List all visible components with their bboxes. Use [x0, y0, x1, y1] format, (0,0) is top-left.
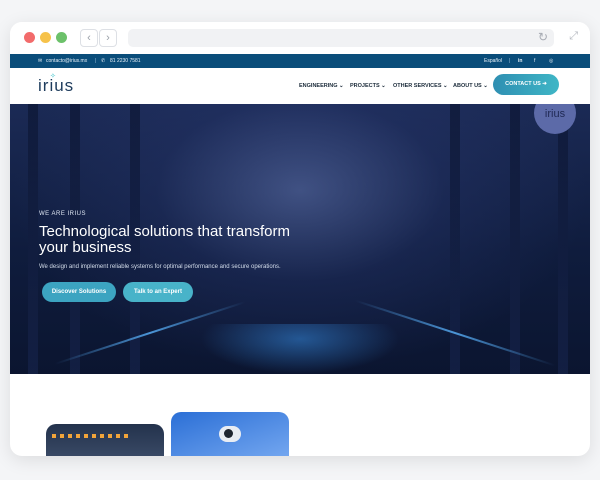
server-rack	[510, 104, 520, 374]
phone-icon: ✆	[101, 58, 106, 64]
security-camera-image	[219, 426, 241, 442]
address-bar[interactable]: ↻	[128, 29, 554, 47]
hero-title: Technological solutions that transform y…	[39, 223, 290, 256]
maximize-window-dot[interactable]	[56, 32, 67, 43]
phone-link[interactable]: 81 2230 7581	[110, 58, 141, 64]
hero-subtitle: We design and implement reliable systems…	[39, 264, 281, 270]
site-logo[interactable]: irius	[38, 76, 74, 96]
server-rack	[28, 104, 38, 374]
reload-icon[interactable]: ↻	[538, 30, 548, 44]
browser-chrome: ‹ › ↻ ⤢	[10, 22, 590, 54]
hero-banner: irius WE ARE IRIUS Technological solutio…	[10, 104, 590, 374]
floor-glow	[200, 324, 400, 374]
discover-solutions-button[interactable]: Discover Solutions	[42, 282, 116, 302]
server-rack	[558, 104, 568, 374]
minimize-window-dot[interactable]	[40, 32, 51, 43]
divider: |	[95, 58, 97, 64]
hero-eyebrow: WE ARE IRIUS	[39, 211, 87, 217]
nav-other-services[interactable]: OTHER SERVICES ⌄	[393, 83, 448, 89]
top-contact-bar: ✉ contacto@irius.mx | ✆ 81 2230 7581 Esp…	[10, 54, 590, 68]
servers-image-card[interactable]	[46, 424, 164, 456]
mail-icon: ✉	[38, 58, 43, 64]
email-link[interactable]: contacto@irius.mx	[46, 58, 87, 64]
site-header: ✧ irius ENGINEERING ⌄ PROJECTS ⌄ OTHER S…	[10, 68, 590, 104]
facebook-icon[interactable]: f	[534, 58, 535, 64]
contact-us-button[interactable]: CONTACT US ➜	[493, 74, 559, 95]
close-window-dot[interactable]	[24, 32, 35, 43]
linkedin-icon[interactable]: in	[518, 58, 522, 64]
brand-badge: irius	[534, 104, 576, 134]
nav-about-us[interactable]: ABOUT US ⌄	[453, 83, 488, 89]
language-switch[interactable]: Español	[484, 58, 502, 64]
back-icon[interactable]: ‹	[80, 29, 98, 47]
camera-image-card[interactable]	[171, 412, 289, 456]
talk-to-expert-button[interactable]: Talk to an Expert	[123, 282, 193, 302]
nav-engineering[interactable]: ENGINEERING ⌄	[299, 83, 344, 89]
instagram-icon[interactable]: ◎	[549, 58, 553, 64]
forward-icon[interactable]: ›	[99, 29, 117, 47]
browser-window: ‹ › ↻ ⤢ ✉ contacto@irius.mx | ✆ 81 2230 …	[10, 22, 590, 456]
nav-projects[interactable]: PROJECTS ⌄	[350, 83, 386, 89]
expand-icon[interactable]: ⤢	[569, 30, 578, 43]
divider: |	[509, 58, 511, 64]
